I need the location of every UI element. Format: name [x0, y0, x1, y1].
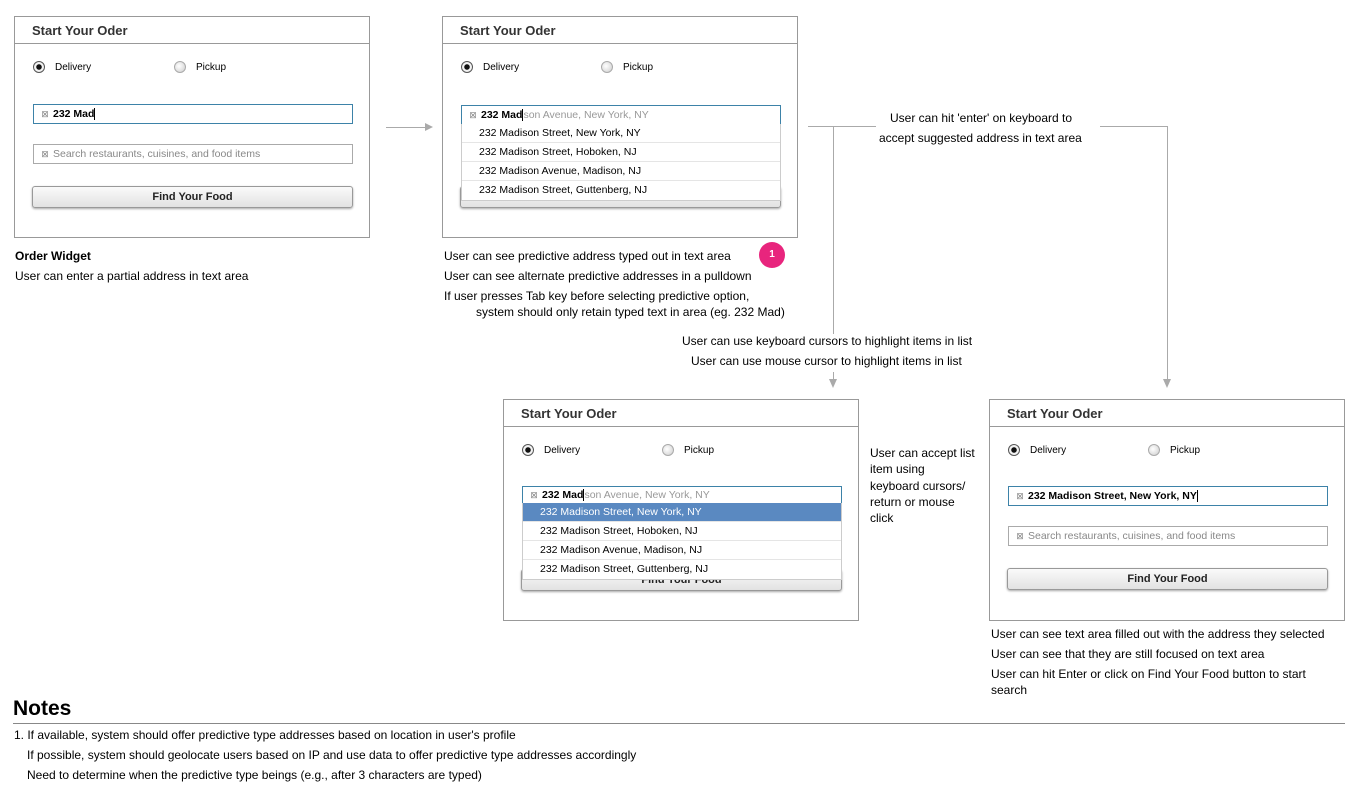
pickup-label: Pickup — [196, 62, 227, 73]
flow-line — [1167, 126, 1168, 379]
w4-note-4: search — [991, 683, 1028, 697]
pickup-label: Pickup — [623, 62, 654, 73]
search-placeholder: Search restaurants, cuisines, and food i… — [53, 148, 261, 160]
flow-line — [1100, 126, 1167, 127]
address-input[interactable]: ⊠ 232 Madison Street, New York, NY — [1008, 486, 1328, 506]
address-ghost-text: son Avenue, New York, NY — [584, 489, 710, 501]
cursor-note-1: User can use keyboard cursors to highlig… — [682, 334, 973, 348]
w4-note-2: User can see that they are still focused… — [991, 647, 1265, 661]
pickup-label: Pickup — [684, 445, 715, 456]
address-typed-text: 232 Mad — [481, 109, 524, 121]
notes-divider — [13, 723, 1345, 724]
delivery-label: Delivery — [1030, 445, 1067, 456]
address-ghost-text: son Avenue, New York, NY — [523, 109, 649, 121]
clear-icon[interactable]: ⊠ — [527, 487, 541, 503]
address-typed-text: 232 Mad — [53, 108, 96, 120]
pickup-label: Pickup — [1170, 445, 1201, 456]
search-input[interactable]: ⊠ Search restaurants, cuisines, and food … — [1008, 526, 1328, 546]
address-selected-text: 232 Madison Street, New York, NY — [1028, 490, 1198, 502]
delivery-radio[interactable] — [1008, 444, 1020, 456]
delivery-radio[interactable] — [522, 444, 534, 456]
address-input[interactable]: ⊠ 232 Mad — [33, 104, 353, 124]
flow-arrow-line — [386, 127, 426, 128]
w4-note-1: User can see text area filled out with t… — [991, 627, 1325, 641]
w2-note-3b: system should only retain typed text in … — [476, 305, 785, 319]
suggestion-item-highlighted[interactable]: 232 Madison Street, New York, NY — [523, 503, 841, 522]
delivery-label: Delivery — [483, 62, 520, 73]
suggestion-item[interactable]: 232 Madison Avenue, Madison, NJ — [462, 162, 780, 181]
arrow-right-icon — [425, 123, 433, 131]
widget-title: Start Your Oder — [504, 400, 858, 427]
order-widget-2: Start Your Oder Delivery Pickup ⊠ 232 Mad… — [442, 16, 798, 238]
w1-title: Order Widget — [15, 249, 91, 263]
suggestion-item[interactable]: 232 Madison Street, Hoboken, NJ — [462, 143, 780, 162]
search-placeholder: Search restaurants, cuisines, and food i… — [1028, 530, 1236, 542]
widget-title: Start Your Oder — [443, 17, 797, 44]
pickup-radio[interactable] — [1148, 444, 1160, 456]
notes-line-1: 1. If available, system should offer pre… — [14, 728, 516, 742]
w1-note: User can enter a partial address in text… — [15, 269, 249, 283]
widget-title: Start Your Oder — [15, 17, 369, 44]
find-food-button[interactable]: Find Your Food — [1007, 568, 1328, 590]
w2-note-1: User can see predictive address typed ou… — [444, 249, 731, 263]
clear-icon[interactable]: ⊠ — [38, 145, 52, 163]
clear-icon[interactable]: ⊠ — [466, 106, 480, 124]
clear-icon[interactable]: ⊠ — [1013, 527, 1027, 545]
pickup-radio[interactable] — [601, 61, 613, 73]
suggestion-item[interactable]: 232 Madison Street, Guttenberg, NJ — [462, 181, 780, 200]
suggestion-item[interactable]: 232 Madison Avenue, Madison, NJ — [523, 541, 841, 560]
note-badge: 1 — [759, 242, 785, 268]
notes-line-3: Need to determine when the predictive ty… — [27, 768, 482, 782]
order-widget-4: Start Your Oder Delivery Pickup ⊠ 232 Mad… — [989, 399, 1345, 621]
clear-icon[interactable]: ⊠ — [38, 105, 52, 123]
suggestion-item[interactable]: 232 Madison Street, Guttenberg, NJ — [523, 560, 841, 579]
suggestion-dropdown: 232 Madison Street, New York, NY 232 Mad… — [461, 124, 781, 201]
widget-title: Start Your Oder — [990, 400, 1344, 427]
pickup-radio[interactable] — [174, 61, 186, 73]
delivery-radio[interactable] — [461, 61, 473, 73]
delivery-label: Delivery — [544, 445, 581, 456]
search-input[interactable]: ⊠ Search restaurants, cuisines, and food … — [33, 144, 353, 164]
flow-line — [808, 126, 876, 127]
suggestion-item[interactable]: 232 Madison Street, New York, NY — [462, 124, 780, 143]
address-input[interactable]: ⊠ 232 Madson Avenue, New York, NY — [522, 486, 842, 504]
suggestion-dropdown: 232 Madison Street, New York, NY 232 Mad… — [522, 503, 842, 580]
enter-note-2: accept suggested address in text area — [879, 131, 1082, 145]
arrow-down-icon — [829, 379, 837, 388]
address-typed-text: 232 Mad — [542, 489, 585, 501]
cursor-note-2: User can use mouse cursor to highlight i… — [691, 354, 962, 368]
notes-line-2: If possible, system should geolocate use… — [27, 748, 637, 762]
pickup-radio[interactable] — [662, 444, 674, 456]
notes-heading: Notes — [13, 697, 72, 720]
accept-note-1: User can accept list — [870, 446, 975, 460]
delivery-radio[interactable] — [33, 61, 45, 73]
delivery-label: Delivery — [55, 62, 92, 73]
address-input[interactable]: ⊠ 232 Madson Avenue, New York, NY — [461, 105, 781, 125]
order-widget-1: Start Your Oder Delivery Pickup ⊠ 232 Mad… — [14, 16, 370, 238]
find-food-button[interactable]: Find Your Food — [32, 186, 353, 208]
arrow-down-icon — [1163, 379, 1171, 388]
enter-note-1: User can hit 'enter' on keyboard to — [890, 111, 1073, 125]
clear-icon[interactable]: ⊠ — [1013, 487, 1027, 505]
w2-note-3a: If user presses Tab key before selecting… — [444, 289, 750, 303]
accept-note-4: return or mouse — [870, 495, 955, 509]
w4-note-3: User can hit Enter or click on Find Your… — [991, 667, 1306, 681]
flow-line — [833, 126, 834, 334]
accept-note-2: item using — [870, 462, 925, 476]
order-widget-3: Start Your Oder Delivery Pickup Find You… — [503, 399, 859, 621]
accept-note-5: click — [870, 511, 894, 525]
suggestion-item[interactable]: 232 Madison Street, Hoboken, NJ — [523, 522, 841, 541]
w2-note-2: User can see alternate predictive addres… — [444, 269, 752, 283]
accept-note-3: keyboard cursors/ — [870, 479, 966, 493]
